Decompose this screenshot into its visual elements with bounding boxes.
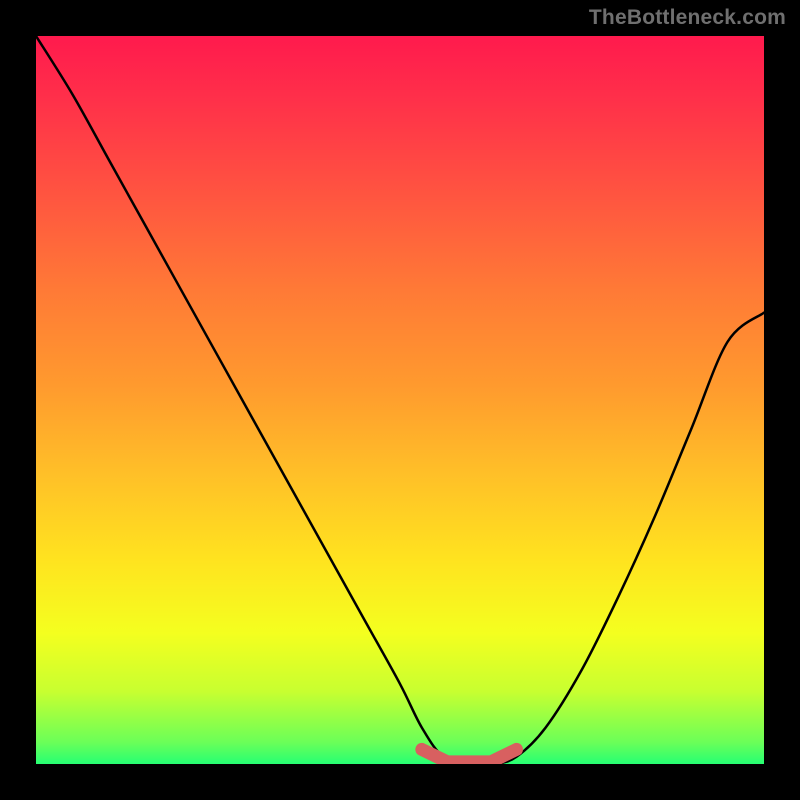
bottleneck-curve xyxy=(36,36,764,764)
watermark-text: TheBottleneck.com xyxy=(589,6,786,30)
plot-area xyxy=(36,36,764,764)
chart-frame: TheBottleneck.com xyxy=(0,0,800,800)
